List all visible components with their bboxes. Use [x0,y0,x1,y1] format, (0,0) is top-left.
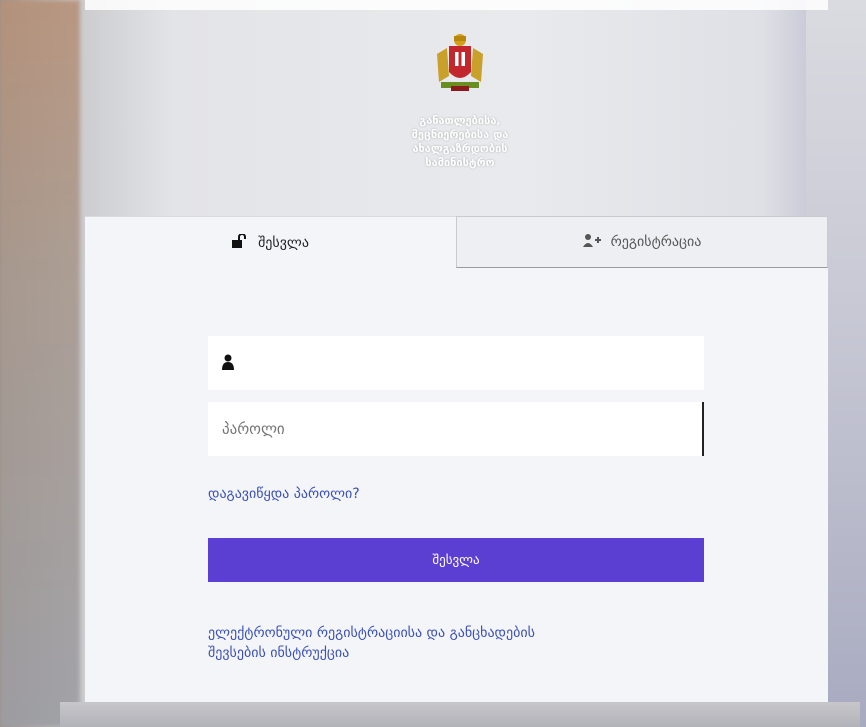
top-bar [85,0,828,10]
forgot-password-link[interactable]: დაგავიწყდა პაროლი? [208,486,360,502]
tab-login[interactable]: შესვლა [85,216,456,268]
background-left [0,0,80,727]
username-field[interactable] [208,336,704,390]
user-icon [222,354,234,374]
tab-register-label: რეგისტრაცია [610,234,702,250]
bottom-shadow [60,702,860,727]
guide-line: შევსების ინსტრუქცია [208,645,350,661]
username-input[interactable] [208,336,704,390]
coat-of-arms-icon [429,32,491,94]
tab-register[interactable]: რეგისტრაცია [456,216,828,268]
ministry-line: სამინისტრო [425,156,495,169]
ministry-line: მეცნიერებისა და [411,128,509,141]
login-panel: დაგავიწყდა პაროლი? შესვლა ელექტრონული რე… [85,268,828,702]
ministry-name: განათლებისა, მეცნიერებისა და ახალგაზრდობ… [380,114,540,170]
tab-login-label: შესვლა [258,234,309,251]
ministry-line: განათლებისა, [419,114,501,127]
guide-line: ელექტრონული რეგისტრაციისა და განცხადების [208,625,535,641]
ministry-line: ახალგაზრდობის [412,142,508,155]
brand-header: განათლებისა, მეცნიერებისა და ახალგაზრდობ… [380,32,540,170]
registration-guide-link[interactable]: ელექტრონული რეგისტრაციისა და განცხადების… [208,623,728,663]
password-field[interactable] [208,402,704,456]
login-button[interactable]: შესვლა [208,538,704,582]
auth-tabs: შესვლა რეგისტრაცია [85,216,828,268]
password-input[interactable] [208,402,702,456]
user-plus-icon [582,233,601,251]
unlock-icon [232,232,248,252]
